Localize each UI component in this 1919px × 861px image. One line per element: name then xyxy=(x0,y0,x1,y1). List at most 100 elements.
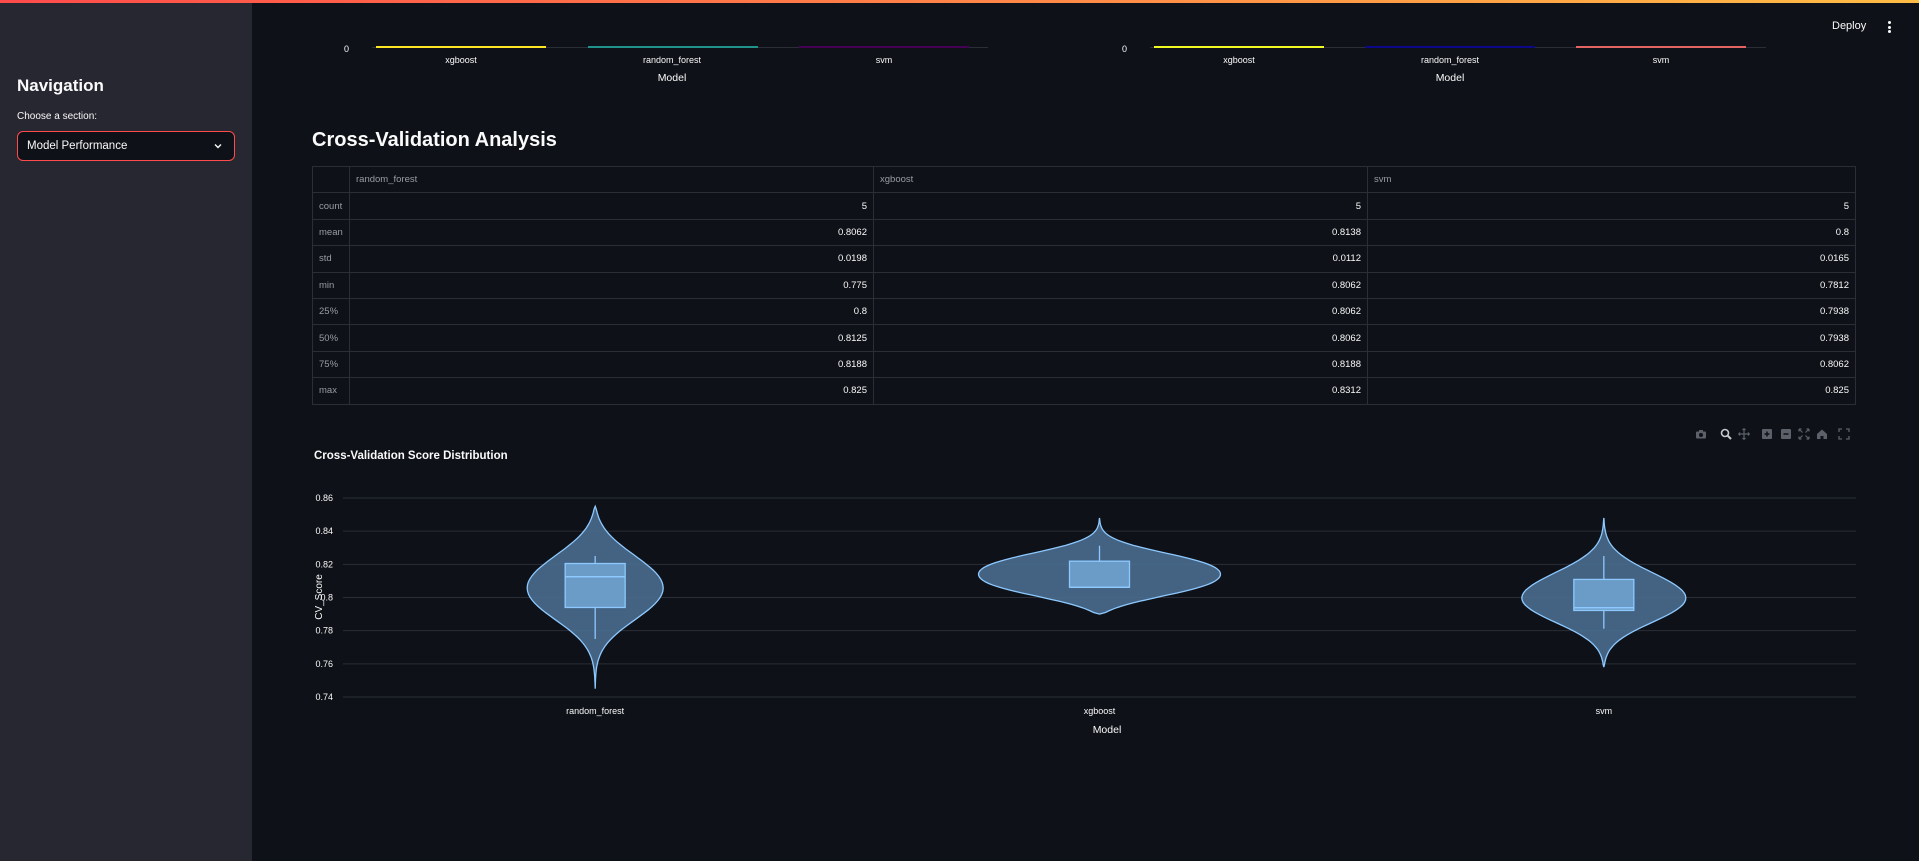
top-chart-right-ytick: 0 xyxy=(1122,44,1127,54)
top-chart-right-bar xyxy=(1365,46,1535,48)
violin-shape xyxy=(977,517,1222,615)
table-row-label: count xyxy=(312,192,350,220)
chart-ytick-label: 0.8 xyxy=(320,593,333,603)
top-chart-left-ytick: 0 xyxy=(344,44,349,54)
table-cell[interactable]: 0.775 xyxy=(349,271,874,299)
top-chart-left-xlabel: Model xyxy=(658,72,687,84)
chart-ytick-label: 0.84 xyxy=(315,526,333,536)
chart-xtick-label: xgboost xyxy=(1084,706,1116,716)
table-cell[interactable]: 0.8062 xyxy=(873,271,1368,299)
top-chart-right-xtick: svm xyxy=(1653,55,1670,65)
table-row: mean 0.8062 0.8138 0.8 xyxy=(312,218,1856,247)
table-row: std 0.0198 0.0112 0.0165 xyxy=(312,245,1856,273)
top-chart-left-bar xyxy=(799,46,969,48)
table-cell[interactable]: 0.8188 xyxy=(349,350,874,379)
fullscreen-icon[interactable] xyxy=(1838,428,1850,440)
table-row: 75% 0.8188 0.8188 0.8062 xyxy=(312,350,1856,379)
violin-random_forest[interactable] xyxy=(526,504,664,689)
zoom-out-icon[interactable] xyxy=(1780,428,1792,440)
table-cell[interactable]: 5 xyxy=(1367,192,1856,220)
chart-gridlines xyxy=(343,497,1856,698)
top-chart-right-bar xyxy=(1154,46,1324,48)
cv-violin-chart: Cross-Validation Score Distribution 0.74… xyxy=(314,450,1856,736)
top-chart-left-xtick: svm xyxy=(876,55,893,65)
table-row-label: max xyxy=(312,377,350,405)
table-body: count 5 5 5 mean 0.8062 0.8138 0.8 std 0.0198 0.01… xyxy=(312,192,1856,405)
table-cell[interactable]: 0.8312 xyxy=(873,377,1368,405)
table-cell[interactable]: 0.8062 xyxy=(349,218,874,247)
top-chart-right-xtick: random_forest xyxy=(1421,55,1480,65)
table-cell[interactable]: 0.8062 xyxy=(873,297,1368,326)
table-cell[interactable]: 5 xyxy=(873,192,1368,220)
violin-box xyxy=(1068,560,1131,588)
top-chart-left-bar xyxy=(376,46,546,48)
violin-shape xyxy=(1521,517,1687,668)
chart-xticks: random_forest xgboost svm xyxy=(566,706,1612,716)
table-row: min 0.775 0.8062 0.7812 xyxy=(312,271,1856,299)
zoom-icon[interactable] xyxy=(1720,428,1732,440)
table-cell[interactable]: 0.825 xyxy=(1367,377,1856,405)
table-row-label: min xyxy=(312,271,350,299)
chart-ytick-label: 0.86 xyxy=(315,493,333,503)
section-select[interactable]: Model Performance xyxy=(17,131,235,161)
table-row-label: 50% xyxy=(312,324,350,352)
table-row-label: std xyxy=(312,245,350,273)
table-cell[interactable]: 0.825 xyxy=(349,377,874,405)
top-chart-right-bar xyxy=(1576,46,1746,48)
table-row: count 5 5 5 xyxy=(312,192,1856,220)
table-cell[interactable]: 0.0112 xyxy=(873,245,1368,273)
top-chart-right-xtick: xgboost xyxy=(1223,55,1255,65)
table-row-label: mean xyxy=(312,218,350,247)
table-row: max 0.825 0.8312 0.825 xyxy=(312,377,1856,405)
chart-ytick-label: 0.76 xyxy=(315,659,333,669)
table-cell[interactable]: 0.7938 xyxy=(1367,297,1856,326)
violin-xgboost[interactable] xyxy=(977,517,1222,615)
table-cell[interactable]: 0.8 xyxy=(349,297,874,326)
chart-title: Cross-Validation Score Distribution xyxy=(314,450,508,462)
table-cell[interactable]: 0.8062 xyxy=(1367,350,1856,379)
zoom-in-icon[interactable] xyxy=(1761,428,1773,440)
table-row-label: 75% xyxy=(312,350,350,379)
table-row-label: 25% xyxy=(312,297,350,326)
top-charts: 0 xgboost random_forest svm Model 0 xgbo… xyxy=(344,44,1766,84)
top-chart-right-xlabel: Model xyxy=(1436,72,1465,84)
table-cell[interactable]: 0.8188 xyxy=(873,350,1368,379)
top-chart-left-xtick: random_forest xyxy=(643,55,702,65)
violin-box xyxy=(1573,578,1635,612)
table-cell[interactable]: 0.0165 xyxy=(1367,245,1856,273)
cv-stats-table: random_forest xgboost svm count 5 5 5 mean 0.… xyxy=(312,165,1856,405)
table-cell[interactable]: 0.8125 xyxy=(349,324,874,352)
table-cell[interactable]: 0.8062 xyxy=(873,324,1368,352)
pan-icon[interactable] xyxy=(1738,428,1750,440)
table-cell[interactable]: 0.8138 xyxy=(873,218,1368,247)
top-chart-left: 0 xgboost random_forest svm Model xyxy=(344,44,988,84)
table-column-header[interactable]: random_forest xyxy=(349,165,874,194)
chart-ytick-label: 0.74 xyxy=(315,692,333,702)
table-cell[interactable]: 0.8 xyxy=(1367,218,1856,247)
table-cell[interactable]: 0.0198 xyxy=(349,245,874,273)
table-index-header xyxy=(312,165,350,194)
table-cell[interactable]: 0.7812 xyxy=(1367,271,1856,299)
section-select-value: Model Performance xyxy=(27,140,128,152)
table-cell[interactable]: 5 xyxy=(349,192,874,220)
chart-ytick-label: 0.78 xyxy=(315,626,333,636)
chart-violins xyxy=(526,504,1687,689)
chart-xtick-label: random_forest xyxy=(566,706,625,716)
top-chart-right: 0 xgboost random_forest svm Model xyxy=(1122,44,1766,84)
camera-icon[interactable] xyxy=(1695,428,1707,440)
violin-box xyxy=(564,562,626,609)
chart-yticks: 0.74 0.76 0.78 0.8 0.82 0.84 0.86 xyxy=(315,493,333,702)
table-cell[interactable]: 0.7938 xyxy=(1367,324,1856,352)
sidebar: Navigation Choose a section: Model Perfo… xyxy=(0,0,252,861)
table-row: 25% 0.8 0.8062 0.7938 xyxy=(312,297,1856,326)
top-decoration-bar xyxy=(0,0,1919,3)
violin-svm[interactable] xyxy=(1521,517,1687,668)
top-chart-left-bar xyxy=(588,46,758,48)
autoscale-icon[interactable] xyxy=(1798,428,1810,440)
table-column-header[interactable]: svm xyxy=(1367,165,1856,194)
top-chart-left-xtick: xgboost xyxy=(445,55,477,65)
table-column-header[interactable]: xgboost xyxy=(873,165,1368,194)
reset-axes-icon[interactable] xyxy=(1816,428,1828,440)
chevron-down-icon xyxy=(214,144,222,149)
cv-section-title: Cross-Validation Analysis xyxy=(312,129,557,151)
